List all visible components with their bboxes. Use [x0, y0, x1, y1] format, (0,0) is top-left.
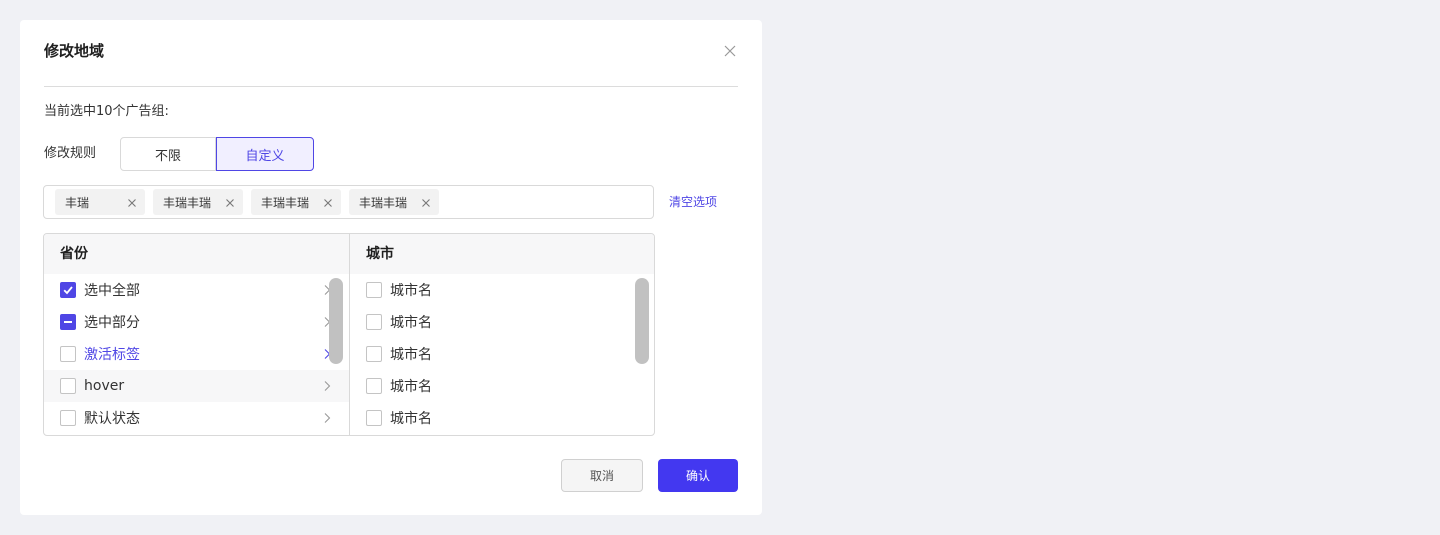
checkbox[interactable]	[60, 378, 76, 394]
city-item-label: 城市名	[390, 283, 432, 299]
selected-count-text: 当前选中10个广告组:	[44, 104, 169, 119]
province-item-label: 选中部分	[84, 315, 140, 331]
city-item[interactable]: 城市名	[350, 274, 654, 306]
checkbox-checked[interactable]	[60, 282, 76, 298]
tag-close-icon[interactable]	[225, 197, 235, 207]
clear-selection-link[interactable]: 清空选项	[669, 192, 717, 212]
city-scrollbar[interactable]	[635, 278, 649, 364]
rule-segmented-control: 不限 自定义	[120, 137, 314, 171]
tag-label: 丰瑞丰瑞	[163, 195, 212, 210]
selected-tag: 丰瑞丰瑞	[251, 189, 341, 215]
selected-tag: 丰瑞	[55, 189, 145, 215]
modify-region-dialog: 修改地域 当前选中10个广告组: 修改规则 不限 自定义 丰瑞 丰瑞丰瑞 丰瑞丰…	[20, 20, 762, 515]
province-item-label: 激活标签	[84, 347, 140, 363]
city-item[interactable]: 城市名	[350, 402, 654, 434]
confirm-button[interactable]: 确认	[658, 459, 738, 492]
province-item[interactable]: 激活标签	[44, 338, 349, 370]
selected-tag: 丰瑞丰瑞	[153, 189, 243, 215]
province-item[interactable]: 选中全部	[44, 274, 349, 306]
province-item[interactable]: 默认状态	[44, 402, 349, 434]
checkbox[interactable]	[366, 314, 382, 330]
dialog-title: 修改地域	[44, 42, 105, 60]
tag-close-icon[interactable]	[127, 197, 137, 207]
chevron-right-icon	[323, 380, 331, 392]
close-icon[interactable]	[722, 43, 738, 59]
tag-label: 丰瑞丰瑞	[359, 195, 408, 210]
rule-option-custom[interactable]: 自定义	[216, 137, 314, 171]
city-item[interactable]: 城市名	[350, 338, 654, 370]
province-item[interactable]: 选中部分	[44, 306, 349, 338]
region-picker-panel: 省份 选中全部 选中部分 激活标签 hover 默认状态 城市 城市名 城市名 …	[43, 233, 655, 436]
cancel-button[interactable]: 取消	[561, 459, 643, 492]
province-header: 省份	[44, 234, 349, 274]
checkbox[interactable]	[366, 282, 382, 298]
city-item[interactable]: 城市名	[350, 306, 654, 338]
checkbox[interactable]	[366, 410, 382, 426]
tag-close-icon[interactable]	[421, 197, 431, 207]
province-column: 省份 选中全部 选中部分 激活标签 hover 默认状态	[44, 234, 350, 435]
chevron-right-icon	[323, 412, 331, 424]
province-scrollbar[interactable]	[329, 278, 343, 364]
tag-label: 丰瑞丰瑞	[261, 195, 310, 210]
checkbox[interactable]	[60, 346, 76, 362]
city-item[interactable]: 城市名	[350, 370, 654, 402]
checkbox[interactable]	[366, 378, 382, 394]
city-item-label: 城市名	[390, 315, 432, 331]
checkbox[interactable]	[60, 410, 76, 426]
checkbox[interactable]	[366, 346, 382, 362]
tag-close-icon[interactable]	[323, 197, 333, 207]
selected-tag: 丰瑞丰瑞	[349, 189, 439, 215]
city-item-label: 城市名	[390, 379, 432, 395]
city-header: 城市	[350, 234, 654, 274]
province-item[interactable]: hover	[44, 370, 349, 402]
rule-label: 修改规则	[44, 146, 97, 161]
province-item-label: hover	[84, 378, 125, 394]
tag-label: 丰瑞	[65, 195, 90, 210]
header-divider	[44, 86, 738, 87]
checkbox-indeterminate[interactable]	[60, 314, 76, 330]
rule-option-unlimited[interactable]: 不限	[120, 137, 216, 171]
city-item-label: 城市名	[390, 347, 432, 363]
city-item-label: 城市名	[390, 411, 432, 427]
province-item-label: 默认状态	[84, 411, 140, 427]
city-column: 城市 城市名 城市名 城市名 城市名 城市名	[350, 234, 654, 435]
selected-tags-box[interactable]: 丰瑞 丰瑞丰瑞 丰瑞丰瑞 丰瑞丰瑞	[43, 185, 654, 219]
province-item-label: 选中全部	[84, 283, 140, 299]
